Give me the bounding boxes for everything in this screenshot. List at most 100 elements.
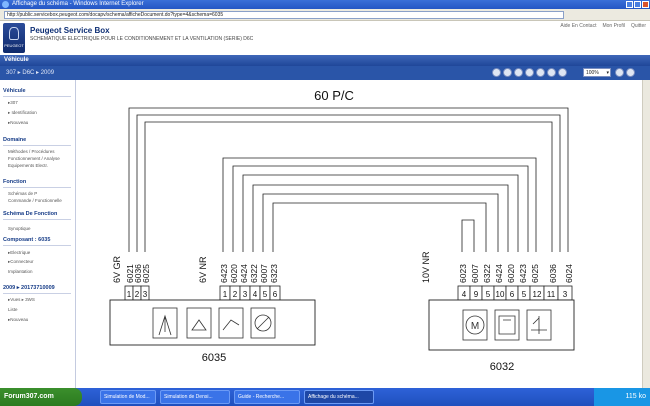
- minimize-icon[interactable]: [626, 1, 633, 8]
- down-icon[interactable]: [525, 68, 534, 77]
- wiring-diagram: 60 P/C 6V GR 6V NR 6021 6036 6025 6423 6…: [109, 88, 575, 373]
- link-quit[interactable]: Quitter: [631, 23, 646, 29]
- sidebar-section-component: Composant : 6035: [3, 237, 72, 246]
- app-title: Peugeot Service Box: [30, 26, 110, 35]
- sidebar-item[interactable]: Fonctionnement / Analyse: [8, 156, 60, 161]
- wire-6424: [242, 174, 519, 252]
- zoom-select[interactable]: 100%: [583, 68, 611, 77]
- wire-code: 6424: [494, 264, 504, 283]
- pin-number: 2: [233, 290, 238, 299]
- sidebar-item[interactable]: Méthodes / Procédures: [8, 149, 55, 154]
- vertical-scrollbar[interactable]: [642, 80, 650, 388]
- svg-text:M: M: [471, 321, 479, 332]
- pin-number: 1: [127, 290, 132, 299]
- sidebar-item[interactable]: ▸Connecteur: [8, 259, 34, 265]
- zoom-fit-icon[interactable]: [558, 68, 567, 77]
- wire-code: 6423: [518, 264, 528, 283]
- pin-number: 1: [223, 290, 228, 299]
- logo-text: PEUGEOT: [4, 43, 24, 48]
- zoom-in-icon[interactable]: [547, 68, 556, 77]
- pin-number: 12: [533, 290, 542, 299]
- pin-number: 4: [462, 290, 467, 299]
- sidebar-item[interactable]: ▸ Identification: [8, 110, 37, 116]
- connector-6035: 6V GR 6V NR 6021 6036 6025 6423 6020 642…: [109, 255, 316, 364]
- taskbar-task[interactable]: Simulation de Densi...: [160, 390, 230, 404]
- wire-6036: [136, 114, 561, 252]
- print-icon[interactable]: [536, 68, 545, 77]
- back-icon[interactable]: [492, 68, 501, 77]
- sidebar-item[interactable]: Equipements Electr.: [8, 163, 48, 168]
- wire-6023: [461, 219, 475, 252]
- sidebar-item[interactable]: ▸Nouveau: [8, 317, 28, 323]
- system-tray: 115 ko: [594, 388, 650, 406]
- tray-status: 115 ko: [625, 393, 647, 400]
- wire-code: 6020: [229, 264, 239, 283]
- wire-code: 6007: [259, 264, 269, 283]
- window-titlebar: Affichage du schéma - Windows Internet E…: [0, 0, 650, 9]
- component-label-6035: 6035: [202, 352, 226, 364]
- pin-number: 3: [143, 290, 148, 299]
- lion-icon: [9, 27, 19, 40]
- forward-icon[interactable]: [503, 68, 512, 77]
- taskbar-task[interactable]: Simulation de Mod...: [100, 390, 156, 404]
- close-icon[interactable]: [642, 1, 649, 8]
- component-body-6032: [428, 299, 575, 351]
- sidebar-section-function: Fonction: [3, 179, 72, 188]
- sidebar-item[interactable]: ▸Electrique: [8, 250, 30, 256]
- link-profile[interactable]: Mon Profil: [602, 23, 625, 29]
- pin-number: 10: [496, 290, 505, 299]
- wire-code: 6424: [239, 264, 249, 283]
- pin-number: 2: [135, 290, 140, 299]
- sidebar-item[interactable]: Schémas de P: [8, 191, 37, 196]
- taskbar-task[interactable]: Guide - Recherche...: [234, 390, 300, 404]
- wire-code: 6025: [141, 264, 151, 283]
- link-help[interactable]: Aide En Contact: [560, 23, 596, 29]
- sidebar-item[interactable]: Implantation: [8, 269, 33, 274]
- sidebar-item[interactable]: ▸Vues ▸ 3WS: [8, 297, 35, 303]
- group-label: 10V NR: [421, 251, 431, 283]
- pin-number: 5: [522, 290, 527, 299]
- wire-code: 6020: [506, 264, 516, 283]
- connector-6032: 10V NR 6023 6007 6322 6424 6020 6423 602…: [421, 251, 575, 373]
- up-icon[interactable]: [514, 68, 523, 77]
- maximize-icon[interactable]: [634, 1, 641, 8]
- pin-number: 3: [563, 290, 568, 299]
- header-links: Aide En Contact Mon Profil Quitter: [560, 23, 646, 29]
- group-label: 6V NR: [198, 256, 208, 283]
- sidebar: Véhicule ▸307 ▸ Identification ▸Nouveau …: [0, 80, 76, 388]
- sidebar-item[interactable]: Liste: [8, 307, 18, 312]
- start-button[interactable]: Forum307.com: [0, 388, 82, 406]
- sidebar-section-vehicle: Véhicule: [3, 88, 70, 97]
- wire-code: 6025: [530, 264, 540, 283]
- address-bar: http://public.servicebox.peugeot.com/doc…: [0, 9, 650, 21]
- peugeot-logo: PEUGEOT: [3, 23, 25, 53]
- pin-number: 6: [273, 290, 278, 299]
- wire-code: 6323: [269, 264, 279, 283]
- group-label: 6V GR: [112, 255, 122, 283]
- vehicle-bar: Véhicule: [0, 55, 650, 66]
- pin-number: 5: [486, 290, 491, 299]
- sidebar-item[interactable]: ▸307: [8, 100, 18, 106]
- wire-6024: [128, 107, 569, 252]
- url-field[interactable]: http://public.servicebox.peugeot.com/doc…: [4, 11, 564, 19]
- vehicle-bar-label: Véhicule: [4, 57, 29, 63]
- wire-code: 6036: [548, 264, 558, 283]
- wire-code: 6322: [249, 264, 259, 283]
- zoom-plus-icon[interactable]: [615, 68, 624, 77]
- harness-wires: [128, 107, 569, 252]
- sidebar-item[interactable]: Commande / Fonctionnelle: [8, 198, 62, 203]
- sidebar-item[interactable]: Synoptique: [8, 226, 31, 231]
- zoom-minus-icon[interactable]: [626, 68, 635, 77]
- wire-6423: [222, 157, 537, 252]
- component-body-6035: [109, 299, 316, 346]
- pin-number: 4: [253, 290, 258, 299]
- sidebar-item[interactable]: ▸Nouveau: [8, 120, 28, 126]
- zoom-controls: [615, 68, 635, 77]
- pin-number: 3: [243, 290, 248, 299]
- wire-code: 6423: [219, 264, 229, 283]
- wire-6323: [272, 202, 487, 252]
- wire-code: 6024: [564, 264, 574, 283]
- pin-number: 9: [474, 290, 479, 299]
- component-label-6032: 6032: [490, 361, 514, 373]
- taskbar-task-active[interactable]: Affichage du schéma...: [304, 390, 374, 404]
